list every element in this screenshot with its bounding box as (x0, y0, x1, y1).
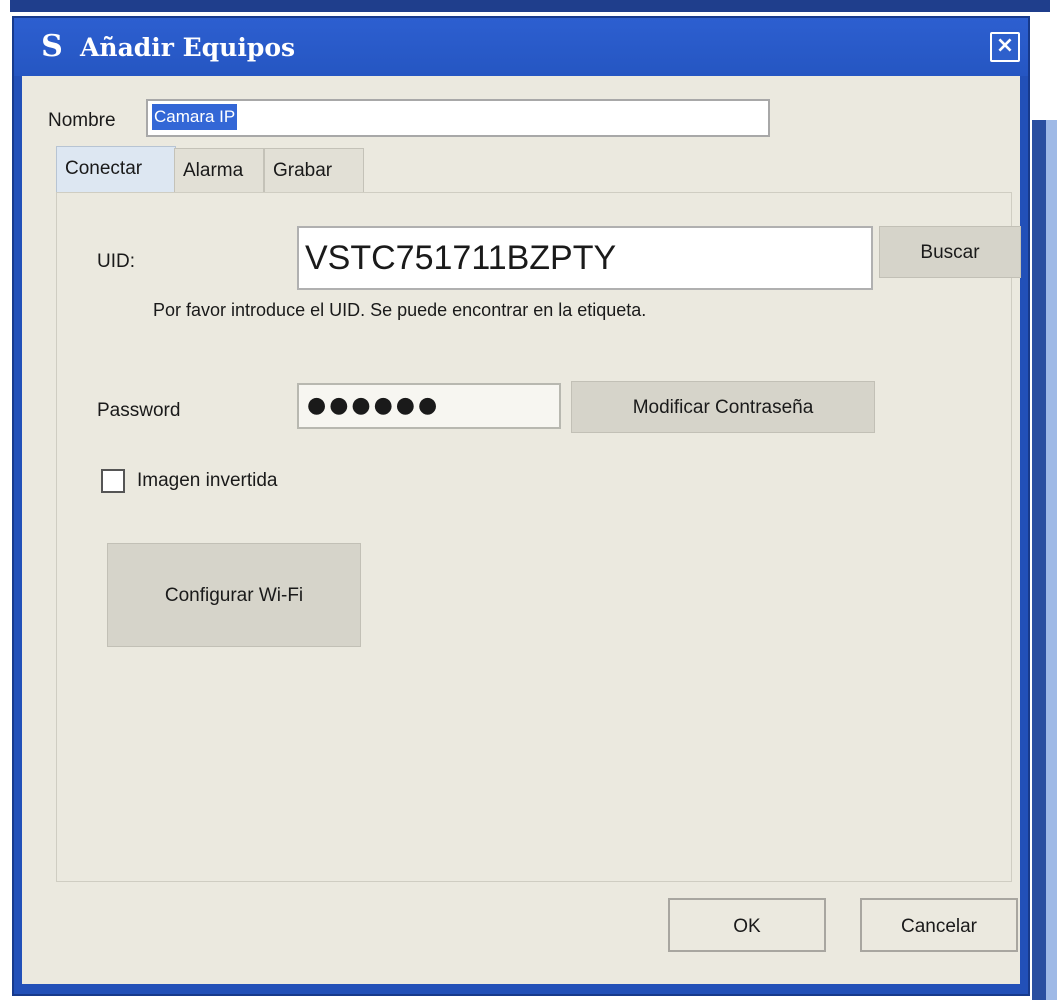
background-window-top (10, 0, 1050, 12)
close-icon[interactable]: × (990, 32, 1020, 62)
app-logo-icon: S (41, 29, 63, 64)
change-password-button[interactable]: Modificar Contraseña (571, 381, 875, 433)
tab-grabar[interactable]: Grabar (264, 148, 364, 192)
connect-tab-panel: UID: VSTC751711BZPTY Buscar Por favor in… (56, 192, 1021, 882)
search-button[interactable]: Buscar (879, 226, 1021, 278)
uid-input[interactable]: VSTC751711BZPTY (297, 226, 873, 290)
configure-wifi-button[interactable]: Configurar Wi-Fi (107, 543, 361, 647)
name-label: Nombre (48, 110, 116, 131)
dialog-body: Nombre Camara IP Conectar Alarma Grabar … (22, 76, 1021, 984)
ok-button[interactable]: OK (668, 898, 826, 952)
tab-alarma[interactable]: Alarma (174, 148, 264, 192)
invert-image-checkbox[interactable] (101, 469, 125, 493)
uid-label: UID: (97, 251, 135, 272)
name-input-value: Camara IP (152, 104, 238, 130)
cancel-button[interactable]: Cancelar (860, 898, 1018, 952)
background-window-right-light (1046, 120, 1057, 1000)
invert-image-label[interactable]: Imagen invertida (137, 465, 277, 497)
tab-conectar[interactable]: Conectar (56, 146, 176, 194)
password-label: Password (97, 400, 181, 421)
name-input[interactable]: Camara IP (146, 99, 770, 137)
title-bar[interactable]: S Añadir Equipos × (14, 18, 1028, 76)
uid-hint-text: Por favor introduce el UID. Se puede enc… (153, 300, 647, 320)
dialog-title: Añadir Equipos (80, 33, 296, 62)
add-device-dialog: S Añadir Equipos × Nombre Camara IP Cone… (12, 16, 1030, 996)
background-left-edge (0, 12, 10, 997)
password-input[interactable]: ●●●●●● (297, 383, 561, 429)
